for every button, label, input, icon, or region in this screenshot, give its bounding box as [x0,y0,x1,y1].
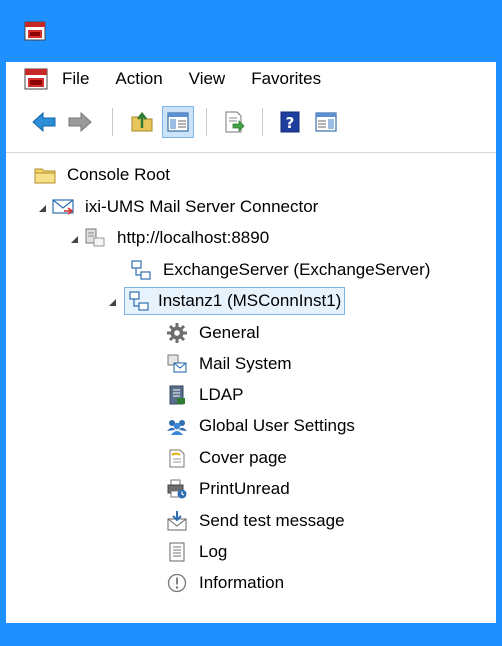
show-hide-tree-icon [167,112,189,132]
tree-node-global-user-settings[interactable]: Global User Settings [166,412,358,440]
folder-icon [34,168,56,184]
users-icon [167,420,187,435]
tree-node-label: PrintUnread [199,479,290,498]
toolbar-separator [112,108,113,136]
window-bottom-border [6,623,496,646]
tree-node-cover-page[interactable]: Cover page [166,444,290,472]
tree-node-information[interactable]: Information [166,569,287,597]
menu-view[interactable]: View [189,69,226,89]
network-connection-icon [131,260,151,280]
log-icon [169,542,185,562]
tree-node-connector[interactable]: ixi-UMS Mail Server Connector [52,193,321,221]
menu-favorites[interactable]: Favorites [251,69,321,89]
tree-node-console-root[interactable]: Console Root [34,161,173,189]
tree-node-print-unread[interactable]: PrintUnread [166,475,293,503]
window-titlebar[interactable] [0,0,502,62]
tree-node-server[interactable]: http://localhost:8890 [84,224,272,252]
tree-node-label: Cover page [199,448,287,467]
toolbar-separator [206,108,207,136]
action-pane-icon [315,112,337,132]
tree-node-send-test-message[interactable]: Send test message [166,507,348,535]
help-button[interactable]: ? [274,106,306,138]
tree-node-label: Information [199,573,285,592]
send-message-icon [167,511,187,531]
gear-icon [167,323,187,343]
network-connection-icon [129,291,149,311]
mail-system-icon [167,354,187,373]
information-icon [167,573,187,593]
collapse-arrow-icon[interactable] [68,233,80,245]
console-menu-icon[interactable] [24,67,48,91]
tree-node-selection: Instanz1 (MSConnInst1) [124,287,346,315]
tree-node-label: Mail System [199,354,292,373]
toolbar: ? [6,96,496,153]
export-list-icon [225,111,245,133]
menu-file[interactable]: File [62,69,89,89]
tree-node-label: http://localhost:8890 [117,228,270,247]
up-one-level-button[interactable] [126,106,158,138]
help-icon: ? [280,111,300,133]
mmc-app-icon[interactable] [24,20,46,42]
action-pane-button[interactable] [310,106,342,138]
show-hide-tree-button[interactable] [162,106,194,138]
tree-node-label: ExchangeServer (ExchangeServer) [163,260,431,279]
mail-connector-icon [52,199,74,215]
toolbar-separator [262,108,263,136]
cover-page-icon [169,449,185,468]
tree-node-label: General [199,323,260,342]
menu-action[interactable]: Action [115,69,162,89]
collapse-arrow-icon[interactable] [106,296,118,308]
tree-node-label: LDAP [199,385,244,404]
tree-node-label: Console Root [67,165,171,184]
tree-node-label: ixi-UMS Mail Server Connector [85,197,319,216]
console-tree: Console Root ixi-UMS Mail Server Connect… [6,153,496,623]
collapse-arrow-icon[interactable] [36,202,48,214]
server-icon [85,228,105,247]
tree-node-label: Send test message [199,511,345,530]
tree-node-ldap[interactable]: LDAP [166,381,246,409]
tree-node-log[interactable]: Log [166,538,230,566]
tree-node-general[interactable]: General [166,319,262,347]
up-folder-icon [131,111,153,132]
back-button[interactable] [28,106,60,138]
export-list-button[interactable] [218,106,250,138]
tree-node-label: Instanz1 (MSConnInst1) [158,291,342,310]
ldap-icon [169,385,185,405]
svg-text:?: ? [286,114,295,132]
print-unread-icon [167,479,187,499]
tree-node-mail-system[interactable]: Mail System [166,350,295,378]
tree-node-label: Log [199,542,228,561]
back-arrow-icon [32,111,56,133]
tree-node-exchange-server[interactable]: ExchangeServer (ExchangeServer) [130,256,433,284]
tree-node-instance[interactable]: Instanz1 (MSConnInst1) [124,287,346,315]
forward-button[interactable] [64,106,96,138]
tree-node-label: Global User Settings [199,416,355,435]
forward-arrow-icon [68,111,92,133]
menu-bar: File Action View Favorites [6,62,496,96]
